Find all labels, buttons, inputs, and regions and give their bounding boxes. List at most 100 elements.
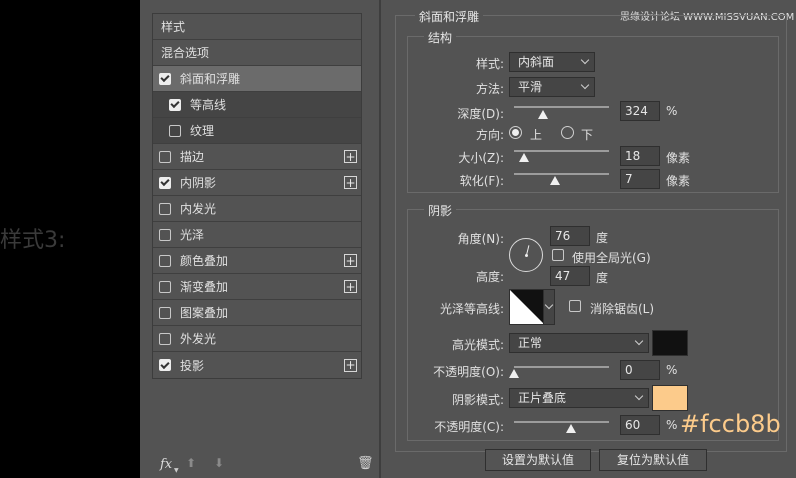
size-input[interactable]: 18 [620,146,660,166]
highlight-opacity-input[interactable]: 0 [620,360,660,380]
soften-slider-thumb[interactable] [549,176,560,185]
shadow-opacity-thumb[interactable] [566,424,576,433]
style-label: 样式: [475,57,504,71]
depth-input[interactable]: 324 [620,101,660,121]
highlight-opacity-label: 不透明度(O): [433,365,504,379]
styles-header[interactable]: 样式 [153,14,361,40]
gloss-contour-dropdown[interactable] [543,289,555,325]
style-item-stroke[interactable]: 描边 + [153,144,361,170]
chevron-down-icon [634,336,644,346]
drop-shadow-add-icon[interactable]: + [344,358,357,372]
angle-unit: 度 [596,231,609,245]
gradient-overlay-add-icon[interactable]: + [344,280,357,293]
method-select[interactable]: 平滑 [509,77,595,97]
shadow-mode-select[interactable]: 正片叠底 [509,388,649,408]
make-default-button[interactable]: 设置为默认值 [485,449,591,471]
highlight-color-swatch[interactable] [652,330,688,356]
blending-options-item[interactable]: 混合选项 [153,40,361,66]
highlight-opacity-thumb[interactable] [509,369,519,378]
depth-slider-track[interactable] [514,106,609,108]
shadow-opacity-track[interactable] [514,421,609,423]
style-item-inner-shadow[interactable]: 内阴影 + [153,170,361,196]
style-item-gradient-overlay[interactable]: 渐变叠加 + [153,274,361,300]
style-item-inner-glow[interactable]: 内发光 [153,196,361,222]
altitude-label: 高度: [475,270,504,284]
color-overlay-add-icon[interactable]: + [344,254,357,267]
fx-icon[interactable]: fx [160,457,172,472]
bevel-emboss-checkbox[interactable] [159,72,171,85]
drop-shadow-checkbox[interactable] [159,359,171,371]
outside-style-label: 样式3: [0,228,66,253]
styles-list: 样式 混合选项 斜面和浮雕 等高线 纹理 描边 + 内阴影 + 内发光 光泽 颜… [152,13,362,379]
style-item-color-overlay[interactable]: 颜色叠加 + [153,248,361,274]
stroke-add-icon[interactable]: + [344,150,357,163]
shadow-mode-value: 正片叠底 [518,391,567,405]
soften-slider-track[interactable] [514,173,609,175]
method-label: 方法: [475,82,504,96]
styles-list-footer: fx ▼ ⬆ ⬇ 🗑 [152,452,377,478]
direction-down-label: 下 [581,128,594,142]
style-item-outer-glow[interactable]: 外发光 [153,326,361,352]
size-slider-thumb[interactable] [518,153,529,162]
highlight-mode-select[interactable]: 正常 [509,333,649,353]
stroke-label: 描边 [180,150,205,164]
style-item-satin[interactable]: 光泽 [153,222,361,248]
anti-alias-checkbox[interactable] [569,300,581,312]
inner-shadow-checkbox[interactable] [159,176,171,189]
style-item-texture[interactable]: 纹理 [153,118,361,144]
outer-glow-checkbox[interactable] [159,332,171,345]
move-down-icon[interactable]: ⬇ [214,456,224,470]
global-light-checkbox[interactable] [552,249,564,261]
altitude-input[interactable]: 47 [550,266,590,286]
shadow-opacity-input[interactable]: 60 [620,415,660,435]
texture-checkbox[interactable] [169,124,181,137]
satin-checkbox[interactable] [159,228,171,241]
style-item-drop-shadow[interactable]: 投影 + [153,352,361,378]
style-item-bevel-emboss[interactable]: 斜面和浮雕 [153,66,361,92]
global-light-label: 使用全局光(G) [572,251,651,265]
direction-up-radio[interactable] [509,126,522,139]
chevron-down-icon [634,391,644,401]
highlight-opacity-unit: % [666,363,678,377]
angle-dial-center [525,254,528,257]
move-up-icon[interactable]: ⬆ [186,456,196,470]
depth-label: 深度(D): [457,107,504,121]
method-select-value: 平滑 [518,80,543,94]
drop-shadow-label: 投影 [180,358,205,373]
inner-glow-checkbox[interactable] [159,202,171,215]
pattern-overlay-label: 图案叠加 [180,306,229,320]
soften-unit: 像素 [666,174,691,188]
depth-slider-thumb[interactable] [537,110,548,119]
contour-checkbox[interactable] [169,98,181,111]
anti-alias-label: 消除锯齿(L) [590,302,655,316]
soften-label: 软化(F): [459,174,504,188]
angle-label: 角度(N): [457,232,504,246]
size-slider-track[interactable] [514,150,609,152]
size-label: 大小(Z): [458,151,504,165]
texture-label: 纹理 [190,124,215,138]
color-overlay-checkbox[interactable] [159,254,171,267]
reset-default-button[interactable]: 复位为默认值 [599,449,707,471]
shadow-color-swatch[interactable] [652,385,688,411]
gradient-overlay-checkbox[interactable] [159,280,171,293]
shadow-opacity-unit: % [666,418,678,432]
inner-glow-label: 内发光 [180,202,217,216]
direction-down-radio[interactable] [561,126,574,139]
angle-input[interactable]: 76 [550,226,590,246]
style-select[interactable]: 内斜面 [509,52,595,72]
highlight-mode-value: 正常 [518,336,543,350]
soften-input[interactable]: 7 [620,169,660,189]
contour-label: 等高线 [190,98,227,112]
shadow-mode-label: 阴影模式: [451,393,504,407]
gradient-overlay-label: 渐变叠加 [180,280,229,294]
style-item-pattern-overlay[interactable]: 图案叠加 [153,300,361,326]
stroke-checkbox[interactable] [159,150,171,163]
angle-dial[interactable] [509,238,543,272]
pattern-overlay-checkbox[interactable] [159,306,171,319]
highlight-opacity-track[interactable] [514,366,609,368]
style-item-contour[interactable]: 等高线 [153,92,361,118]
structure-title: 结构 [424,29,457,46]
size-unit: 像素 [666,151,691,165]
trash-icon[interactable]: 🗑 [357,456,374,471]
inner-shadow-add-icon[interactable]: + [344,176,357,189]
